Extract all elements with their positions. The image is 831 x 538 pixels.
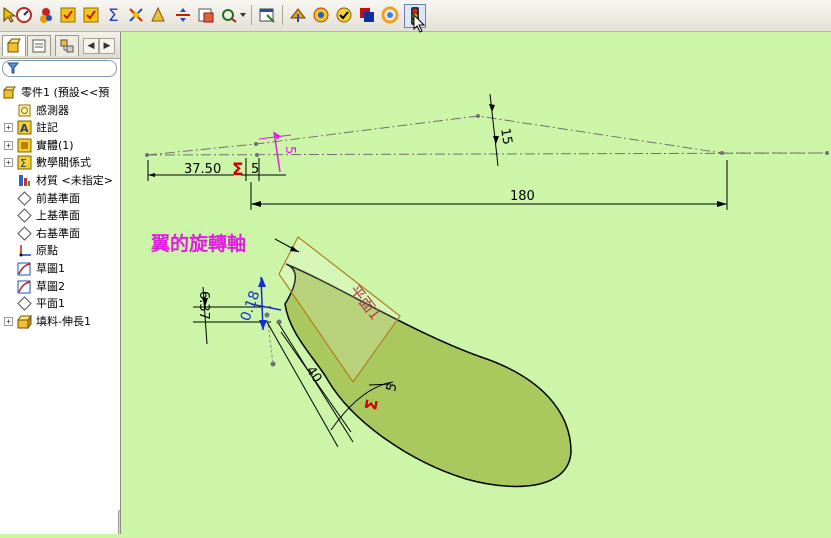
feature-manager-panel: ◀ ▶ 零件1 (預設<<預感測器 + A 註記 + 實體(1) + Σ 數學關係式材質 <未指… bbox=[0, 32, 121, 534]
equation-sigma-icon[interactable]: Σ bbox=[104, 4, 124, 26]
options-icon[interactable] bbox=[219, 4, 239, 26]
section-icon[interactable] bbox=[173, 4, 193, 26]
toolbar-config-icon[interactable] bbox=[257, 4, 277, 26]
color-icon[interactable] bbox=[380, 4, 400, 26]
dropdown-arrow-icon[interactable] bbox=[238, 4, 248, 26]
tree-item[interactable]: + 填料-伸長1 bbox=[0, 313, 120, 330]
tree-filter-input[interactable] bbox=[2, 60, 117, 77]
dimension-180[interactable]: 180 bbox=[510, 189, 535, 204]
tree-item-label: 零件1 (預設<<預 bbox=[21, 86, 110, 99]
panel-tabs: ◀ ▶ bbox=[0, 32, 120, 59]
sketch-icon[interactable] bbox=[14, 4, 34, 26]
plane-icon[interactable] bbox=[196, 4, 216, 26]
tree-item[interactable]: + 實體(1) bbox=[0, 137, 120, 154]
checkbox-icon[interactable] bbox=[58, 4, 78, 26]
sketch-view: 37.50 Σ 5 5 15 180 平面1 翼的旋轉軸 6.37 0.18 4… bbox=[145, 93, 829, 488]
tree-item-label: 草圖2 bbox=[36, 279, 65, 293]
filter-icon bbox=[7, 62, 19, 74]
tree-item[interactable]: 感測器 bbox=[0, 102, 120, 119]
tree-item[interactable]: 草圖1 bbox=[0, 260, 120, 277]
expand-icon[interactable]: + bbox=[4, 140, 13, 150]
tree-item[interactable]: 上基準面 bbox=[0, 207, 120, 224]
top-sketch: 37.50 Σ 5 5 15 180 bbox=[145, 93, 829, 210]
appearance-icon[interactable] bbox=[357, 4, 377, 26]
tree-item-label: 草圖1 bbox=[36, 262, 65, 275]
tree-item-label: 註記 bbox=[36, 121, 58, 135]
dimension-5[interactable]: 5 bbox=[251, 162, 259, 177]
tree-item-label: 數學關係式 bbox=[36, 156, 91, 170]
tree-item[interactable]: 右基準面 bbox=[0, 225, 120, 242]
tree-item-label: 原點 bbox=[36, 244, 58, 258]
expand-icon[interactable]: + bbox=[4, 123, 13, 133]
instant3d-icon[interactable] bbox=[288, 4, 308, 26]
check-icon[interactable] bbox=[334, 4, 354, 26]
tree-item-label: 前基準面 bbox=[36, 191, 80, 205]
mass-properties-icon[interactable] bbox=[148, 4, 168, 26]
tree-item[interactable]: + A 註記 bbox=[0, 119, 120, 136]
mouse-cursor-icon bbox=[413, 14, 426, 33]
tree-item-label: 右基準面 bbox=[36, 226, 80, 240]
configuration-manager-tab[interactable] bbox=[55, 35, 79, 56]
sigma-equation-marker: Σ bbox=[232, 160, 244, 180]
tree-item[interactable]: 零件1 (預設<<預 bbox=[0, 84, 120, 101]
feature-manager-tab[interactable] bbox=[2, 35, 26, 56]
tree-item-label: 感測器 bbox=[36, 103, 69, 117]
dimension-6-37[interactable]: 6.37 bbox=[196, 291, 211, 320]
checkbox-icon[interactable] bbox=[81, 4, 101, 26]
tree-item[interactable]: 原點 bbox=[0, 242, 120, 259]
svg-text:Σ: Σ bbox=[108, 6, 119, 24]
tab-scroll-left-icon[interactable]: ◀ bbox=[83, 38, 99, 54]
tree-item[interactable]: 前基準面 bbox=[0, 190, 120, 207]
expand-icon[interactable]: + bbox=[4, 158, 13, 168]
graphics-area[interactable]: 37.50 Σ 5 5 15 180 平面1 翼的旋轉軸 6.37 0.18 4… bbox=[121, 32, 831, 534]
tree-item[interactable]: 平面1 bbox=[0, 295, 120, 312]
profile-construction-line bbox=[146, 115, 827, 156]
main-toolbar: Σ bbox=[0, 0, 831, 33]
tree-item[interactable]: 草圖2 bbox=[0, 278, 120, 295]
dimension-15[interactable]: 15 bbox=[497, 127, 515, 146]
rotation-axis-label: 翼的旋轉軸 bbox=[150, 232, 246, 255]
tree-item-label: 填料-伸長1 bbox=[36, 314, 91, 328]
measure-icon[interactable] bbox=[126, 4, 146, 26]
svg-text:Σ: Σ bbox=[20, 157, 27, 170]
smart-dimension-icon[interactable] bbox=[36, 4, 56, 26]
tree-item-label: 實體(1) bbox=[36, 138, 74, 152]
tree-item[interactable]: + Σ 數學關係式 bbox=[0, 154, 120, 171]
property-manager-tab[interactable] bbox=[27, 35, 51, 56]
tree-item-label: 材質 <未指定> bbox=[36, 174, 113, 187]
tab-scroll-right-icon[interactable]: ▶ bbox=[99, 38, 115, 54]
blade-sketch: 平面1 翼的旋轉軸 6.37 0.18 40 5 Σ bbox=[150, 232, 572, 488]
tree-item-label: 平面1 bbox=[36, 297, 65, 311]
dimension-5-pink[interactable]: 5 bbox=[282, 146, 297, 154]
svg-text:A: A bbox=[20, 122, 29, 135]
rotate-icon[interactable] bbox=[311, 4, 331, 26]
dimension-37-50[interactable]: 37.50 bbox=[184, 162, 221, 177]
tree-item-label: 上基準面 bbox=[36, 209, 80, 223]
expand-icon[interactable]: + bbox=[4, 316, 13, 326]
tree-item[interactable]: 材質 <未指定> bbox=[0, 172, 120, 189]
